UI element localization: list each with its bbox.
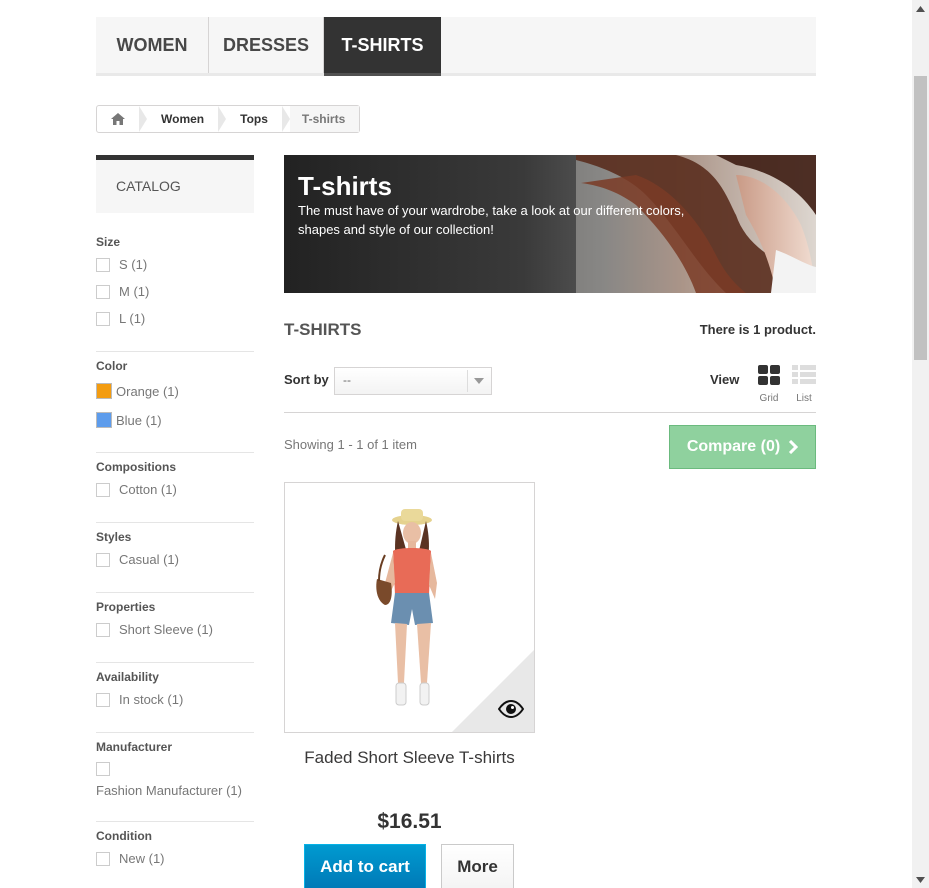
menu-item-women[interactable]: WOMEN [96, 17, 209, 73]
filter-option-cotton[interactable]: Cotton (1) [96, 482, 177, 497]
breadcrumb-current: T-shirts [289, 106, 360, 132]
view-label: View [710, 372, 740, 387]
grid-icon [758, 365, 780, 385]
chevron-down-icon [467, 370, 489, 392]
filter-divider [96, 592, 254, 593]
checkbox[interactable] [96, 851, 110, 866]
checkbox[interactable] [96, 622, 110, 637]
filter-option-short-sleeve[interactable]: Short Sleeve (1) [96, 622, 213, 637]
filter-divider [96, 662, 254, 663]
category-heading: T-SHIRTS [284, 320, 362, 339]
filter-option-fashion-manufacturer[interactable]: Fashion Manufacturer (1) [96, 783, 242, 798]
filter-divider [96, 452, 254, 453]
breadcrumb: Women Tops T-shirts [96, 105, 361, 133]
quick-view-corner[interactable] [452, 650, 534, 732]
sort-label: Sort by [284, 372, 329, 387]
breadcrumb-separator [139, 106, 147, 132]
sort-selected-value: -- [343, 373, 351, 387]
filter-title-properties: Properties [96, 600, 156, 614]
showing-count: Showing 1 - 1 of 1 item [284, 437, 417, 452]
filter-title-styles: Styles [96, 530, 132, 544]
view-grid-label: Grid [759, 393, 779, 404]
filter-divider [96, 821, 254, 822]
view-grid-button[interactable]: Grid [756, 364, 782, 404]
filter-divider [96, 732, 254, 733]
product-name[interactable]: Faded Short Sleeve T-shirts [284, 748, 535, 768]
breadcrumb-women[interactable]: Women [147, 106, 218, 132]
vertical-scrollbar[interactable] [912, 0, 929, 888]
eye-icon[interactable] [498, 700, 524, 718]
filter-option-in-stock[interactable]: In stock (1) [96, 692, 183, 707]
filter-title-size: Size [96, 235, 121, 249]
banner-title: T-shirts [298, 171, 392, 201]
add-to-cart-button[interactable]: Add to cart [304, 844, 426, 888]
product-image-card[interactable] [284, 482, 535, 733]
checkbox[interactable] [96, 311, 110, 326]
home-icon [111, 113, 125, 125]
product-price: $16.51 [377, 810, 442, 833]
filter-option-size-s[interactable]: S (1) [96, 257, 147, 272]
filter-option-size-l[interactable]: L (1) [96, 311, 145, 326]
filter-title-manufacturer: Manufacturer [96, 740, 173, 754]
catalog-title: CATALOG [96, 155, 254, 213]
filter-option-casual[interactable]: Casual (1) [96, 552, 179, 567]
sidebar-filters: CATALOG [96, 155, 254, 213]
breadcrumb-separator [281, 106, 290, 132]
color-swatch-blue[interactable] [96, 412, 112, 428]
color-swatch-orange[interactable] [96, 383, 112, 399]
view-list-button[interactable]: List [791, 364, 817, 404]
filter-title-compositions: Compositions [96, 460, 176, 474]
checkbox[interactable] [96, 552, 110, 567]
checkbox[interactable] [96, 762, 110, 776]
filter-option-color-blue[interactable]: Blue (1) [96, 412, 162, 428]
compare-label: Compare (0) [686, 438, 781, 455]
filter-title-availability: Availability [96, 670, 159, 684]
page: WOMEN DRESSES T-SHIRTS Women Tops T-shir… [0, 0, 929, 888]
filter-divider [96, 522, 254, 523]
sort-select[interactable]: -- [334, 367, 492, 395]
view-list-label: List [796, 393, 812, 404]
menu-item-dresses[interactable]: DRESSES [209, 17, 324, 73]
breadcrumb-separator [218, 106, 227, 132]
breadcrumb-tops[interactable]: Tops [226, 106, 282, 132]
more-button[interactable]: More [441, 844, 514, 888]
filter-option-new[interactable]: New (1) [96, 851, 165, 866]
list-icon [792, 365, 816, 384]
top-menu: WOMEN DRESSES T-SHIRTS [96, 17, 816, 76]
filter-checkbox-manufacturer[interactable] [96, 762, 110, 776]
checkbox[interactable] [96, 257, 110, 272]
filter-title-condition: Condition [96, 829, 152, 843]
compare-button[interactable]: Compare (0) [669, 425, 816, 469]
category-banner: T-shirts The must have of your wardrobe,… [284, 155, 816, 293]
checkbox[interactable] [96, 692, 110, 707]
chevron-right-icon [789, 440, 799, 454]
menu-item-tshirts[interactable]: T-SHIRTS [324, 17, 441, 76]
scrollbar-thumb[interactable] [914, 76, 927, 360]
filter-option-size-m[interactable]: M (1) [96, 284, 149, 299]
checkbox[interactable] [96, 482, 110, 497]
filter-title-color: Color [96, 359, 128, 373]
product-count: There is 1 product. [699, 322, 816, 337]
scroll-down-arrow-icon[interactable] [912, 871, 929, 888]
filter-option-color-orange[interactable]: Orange (1) [96, 383, 179, 399]
divider [284, 412, 816, 413]
banner-description: The must have of your wardrobe, take a l… [298, 203, 685, 237]
breadcrumb-home[interactable] [97, 106, 139, 132]
filter-divider [96, 351, 254, 352]
checkbox[interactable] [96, 284, 110, 299]
scroll-up-arrow-icon[interactable] [912, 0, 929, 17]
